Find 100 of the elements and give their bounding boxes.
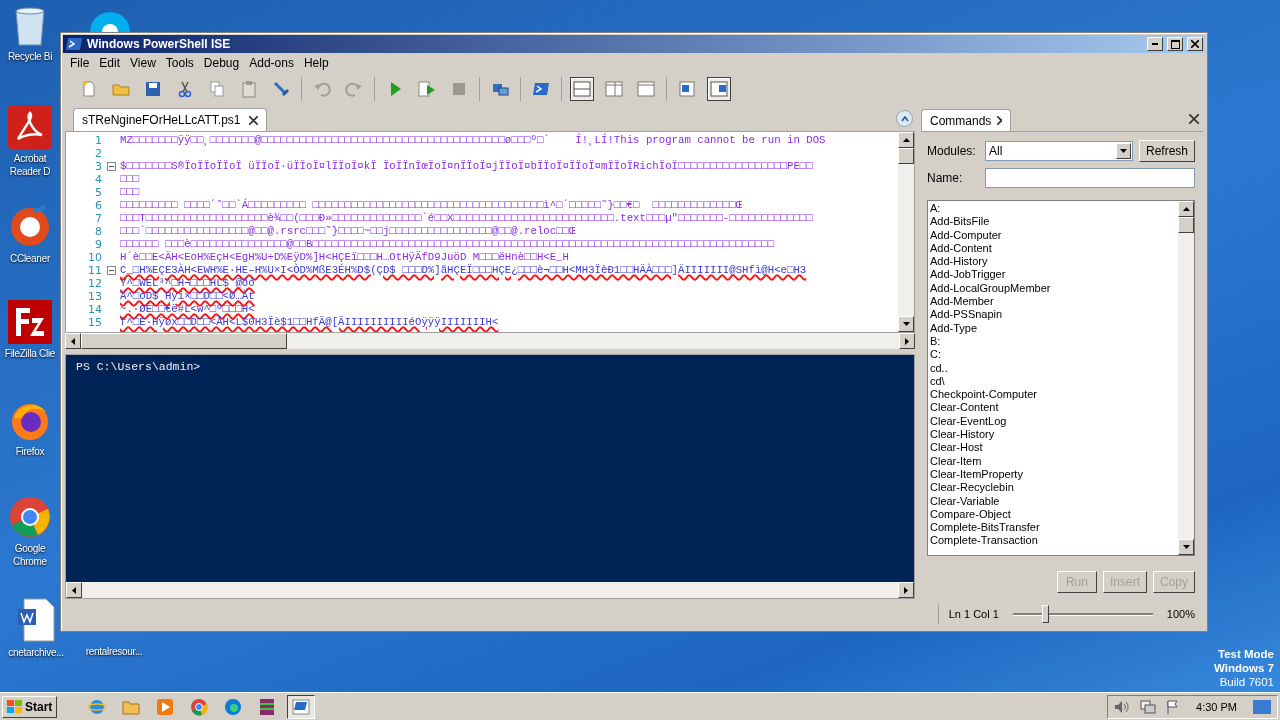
powershell-icon bbox=[532, 80, 550, 98]
console-pane[interactable]: PS C:\Users\admin> bbox=[65, 354, 915, 599]
line-number: 5 bbox=[94, 186, 102, 199]
command-item[interactable]: Clear-Item bbox=[930, 454, 1176, 468]
desktop-icon-label[interactable]: Google Chrome bbox=[1, 542, 59, 568]
menu-item[interactable]: View bbox=[125, 56, 161, 70]
flag-icon[interactable] bbox=[1166, 699, 1181, 714]
up-arrow-icon bbox=[1182, 207, 1190, 211]
command-item[interactable]: Add-Computer bbox=[930, 228, 1176, 242]
fold-toggle[interactable] bbox=[106, 162, 116, 171]
command-item[interactable]: Add-JobTrigger bbox=[930, 268, 1176, 282]
scrollbar[interactable] bbox=[1178, 201, 1194, 555]
command-item[interactable]: C: bbox=[930, 348, 1176, 362]
scrollbar-thumb[interactable] bbox=[81, 333, 287, 349]
desktop-icon-label[interactable]: rentalresour... bbox=[76, 645, 152, 658]
command-item[interactable]: Complete-Transaction bbox=[930, 534, 1176, 548]
clock[interactable]: 4:30 PM bbox=[1190, 700, 1243, 713]
menu-item[interactable]: Debug bbox=[198, 56, 245, 70]
scrollbar-thumb[interactable] bbox=[898, 148, 914, 164]
network-icon[interactable] bbox=[1140, 699, 1157, 714]
menu-item[interactable]: File bbox=[65, 56, 95, 70]
toolbar-button[interactable] bbox=[570, 77, 594, 101]
command-item[interactable]: Add-LocalGroupMember bbox=[930, 281, 1176, 296]
speaker-icon[interactable] bbox=[1114, 699, 1131, 714]
menu-item[interactable]: Tools bbox=[160, 56, 199, 70]
command-item[interactable]: Checkpoint-Computer bbox=[930, 388, 1176, 402]
command-item[interactable]: B: bbox=[930, 334, 1176, 349]
command-item[interactable]: Add-Type bbox=[930, 321, 1176, 335]
minus-icon bbox=[108, 270, 114, 271]
collapse-button[interactable] bbox=[896, 110, 913, 127]
command-item[interactable]: Clear-Content bbox=[930, 401, 1176, 415]
command-item[interactable]: Clear-Variable bbox=[930, 494, 1176, 508]
zoom-reading: 100% bbox=[1166, 608, 1195, 620]
line-number: 4 bbox=[94, 173, 102, 186]
commands-tab[interactable]: Commands bbox=[921, 109, 1011, 131]
line-number: 2 bbox=[94, 147, 102, 160]
code-line: $□□□□□□□S®ÏoÏÏoÏÏoÏ üÏÏoÏ·üÏÏoÏ¤lÏÏoÏ¤kÏ ÏoÏÏnÏœÏoÏ¤nÏÏoÏ¤jÏÏoÏ¤bÏÏoÏ¤ÏÏoÏ¤mÏÏoÏRichÏoÏ□□□□□□□□□□□□□□□□□PE□□ bbox=[120, 160, 813, 173]
command-item[interactable]: A: bbox=[930, 202, 1176, 216]
cursor-position: Ln 1 Col 1 bbox=[937, 604, 999, 624]
desktop-icon-label[interactable]: Acrobat Reader D bbox=[1, 152, 59, 178]
command-item[interactable]: Clear-History bbox=[930, 428, 1176, 442]
layout-max-icon bbox=[637, 80, 655, 98]
start-button[interactable]: Start bbox=[2, 695, 58, 718]
command-item[interactable]: Add-Content bbox=[930, 241, 1176, 256]
scrollbar[interactable] bbox=[66, 582, 914, 598]
command-item[interactable]: Clear-EventLog bbox=[930, 414, 1176, 429]
line-number: 8 bbox=[94, 225, 102, 238]
test-mode-notice: Test Mode bbox=[1218, 647, 1274, 661]
menu-item[interactable]: Help bbox=[298, 56, 334, 70]
chrome-icon bbox=[8, 495, 52, 539]
close-button[interactable] bbox=[1187, 37, 1203, 51]
left-arrow-icon bbox=[71, 337, 75, 345]
code-line: □□□T□□□□□□□□□□□□□□□□□□□è¾□□(□□□Ð»□□□□□□□□□□□□□□`é□□X□□□□□□□□□□□□□□□□□□□□□□□□□.text□□□µ"□□□□□□□-□□□□□□□□□□□□□ bbox=[120, 212, 813, 225]
menu-item[interactable]: Add-ons bbox=[244, 56, 299, 70]
desktop-icon-label[interactable]: Firefox bbox=[1, 445, 59, 458]
left-arrow-icon bbox=[72, 586, 76, 594]
desktop-icon-label[interactable]: cnetarchive... bbox=[0, 646, 72, 659]
line-number: 7 bbox=[94, 212, 102, 225]
refresh-button[interactable]: Refresh bbox=[1138, 140, 1195, 162]
line-number: 15 bbox=[87, 316, 102, 329]
command-item[interactable]: Add-Member bbox=[930, 295, 1176, 309]
scrollbar[interactable] bbox=[898, 132, 914, 332]
command-item[interactable]: Clear-Host bbox=[930, 441, 1176, 455]
fold-toggle[interactable] bbox=[106, 266, 116, 275]
menu-item[interactable]: Edit bbox=[94, 56, 126, 70]
internet-explorer-icon bbox=[88, 697, 107, 716]
show-desktop-icon[interactable] bbox=[1253, 699, 1271, 714]
redo-icon bbox=[345, 80, 363, 98]
desktop-icon-label[interactable]: Recycle Bi bbox=[1, 50, 59, 63]
commands-list[interactable] bbox=[927, 200, 1195, 556]
slider-thumb[interactable] bbox=[1042, 605, 1050, 623]
maximize-button[interactable] bbox=[1167, 37, 1183, 51]
copy-icon bbox=[208, 80, 226, 98]
clipboard-icon bbox=[240, 80, 258, 98]
command-item[interactable]: Compare-Object bbox=[930, 507, 1176, 522]
desktop-icon-label[interactable]: CCleaner bbox=[1, 252, 59, 265]
command-item[interactable]: cd.. bbox=[930, 361, 1176, 375]
line-number: 9 bbox=[94, 238, 102, 251]
command-item[interactable]: Add-BitsFile bbox=[930, 215, 1176, 229]
line-number: 10 bbox=[87, 251, 102, 264]
command-item[interactable]: cd\ bbox=[930, 374, 1176, 389]
media-player-icon bbox=[156, 697, 175, 716]
powershell-icon bbox=[292, 697, 311, 716]
down-arrow-icon bbox=[1182, 545, 1190, 549]
command-item[interactable]: Add-PSSnapin bbox=[930, 308, 1176, 322]
desktop-icon-label[interactable]: FileZilla Clie bbox=[1, 347, 59, 360]
script-tab[interactable]: sTReNgineFOrHeLLcATT.ps1 bbox=[73, 108, 267, 131]
script-editor[interactable] bbox=[65, 131, 915, 333]
toolbar-button[interactable] bbox=[707, 77, 731, 101]
command-item[interactable]: Clear-ItemProperty bbox=[930, 467, 1176, 482]
name-field[interactable] bbox=[985, 168, 1195, 188]
minimize-button[interactable] bbox=[1147, 37, 1163, 51]
command-item[interactable]: Complete-BitsTransfer bbox=[930, 521, 1176, 535]
taskbar-app[interactable] bbox=[287, 694, 316, 719]
command-item[interactable]: Add-History bbox=[930, 255, 1176, 269]
scrollbar[interactable] bbox=[65, 333, 915, 349]
script-pane-icon bbox=[678, 80, 696, 98]
command-item[interactable]: Clear-Recyclebin bbox=[930, 481, 1176, 495]
modules-dropdown[interactable]: All bbox=[985, 141, 1133, 161]
scrollbar-thumb[interactable] bbox=[1178, 217, 1194, 233]
